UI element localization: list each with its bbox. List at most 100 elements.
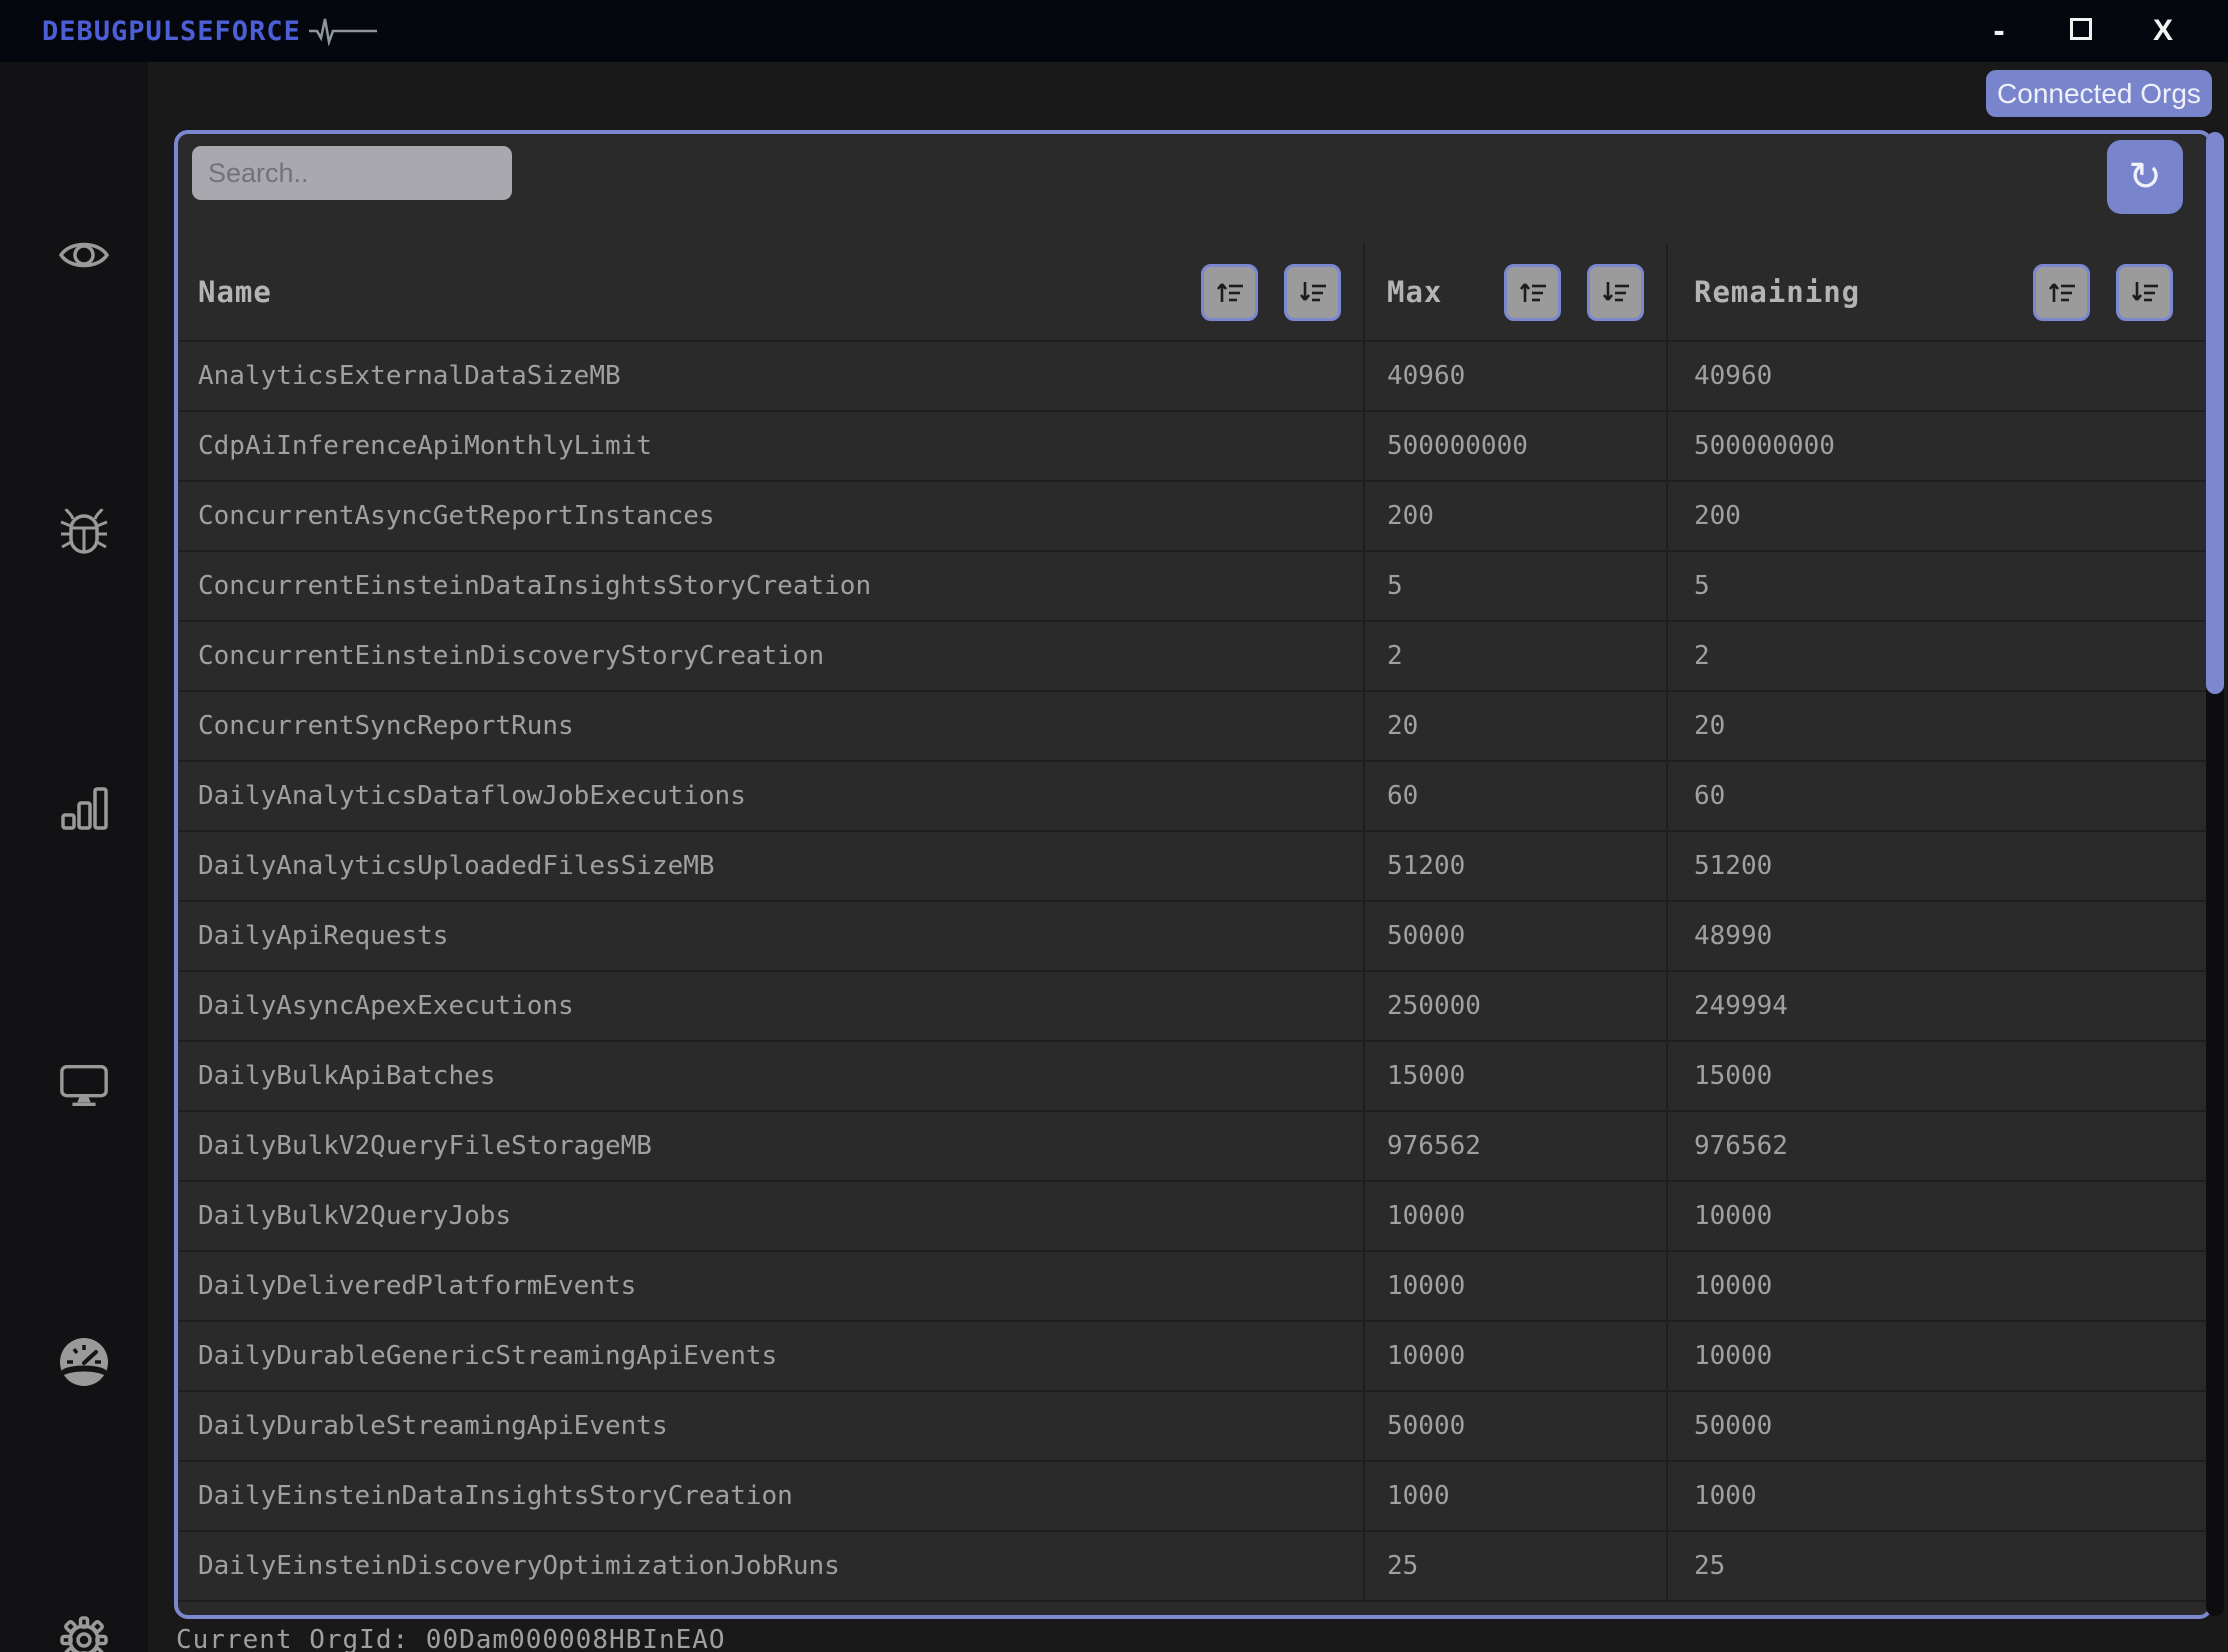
cell-max: 10000 <box>1387 1271 1466 1301</box>
cell-max: 51200 <box>1387 851 1466 881</box>
table-row: DailyDurableGenericStreamingApiEvents 10… <box>178 1320 2209 1390</box>
cell-name: ConcurrentEinsteinDiscoveryStoryCreation <box>198 641 825 671</box>
sort-asc-icon <box>1216 283 1243 302</box>
cell-name: DailyDeliveredPlatformEvents <box>198 1271 637 1301</box>
cell-max: 40960 <box>1387 361 1466 391</box>
minimize-button[interactable]: - <box>1982 0 2016 62</box>
cell-max: 15000 <box>1387 1061 1466 1091</box>
cell-remaining: 10000 <box>1694 1201 1773 1231</box>
vertical-scrollbar-thumb[interactable] <box>2206 132 2224 694</box>
app-title: DEBUGPULSEFORCE <box>42 15 301 47</box>
sidebar-item-settings[interactable] <box>58 1614 110 1652</box>
table-row: DailyAsyncApexExecutions 250000 249994 <box>178 970 2209 1040</box>
sidebar-item-watch[interactable] <box>58 229 110 281</box>
table-row: DailyAnalyticsDataflowJobExecutions 60 6… <box>178 760 2209 830</box>
table-row: DailyApiRequests 50000 48990 <box>178 900 2209 970</box>
bug-icon <box>60 508 108 554</box>
cell-name: DailyEinsteinDiscoveryOptimizationJobRun… <box>198 1551 840 1581</box>
refresh-icon: ↻ <box>2128 154 2162 200</box>
monitor-icon <box>60 1065 108 1106</box>
sort-asc-name-button[interactable] <box>1201 263 1258 321</box>
sidebar-item-debug[interactable] <box>58 506 110 558</box>
cell-max: 60 <box>1387 781 1419 811</box>
table-row: DailyDeliveredPlatformEvents 10000 10000 <box>178 1250 2209 1320</box>
table-row: DailyBulkApiBatches 15000 15000 <box>178 1040 2209 1110</box>
search-input[interactable] <box>192 146 512 200</box>
cell-name: DailyEinsteinDataInsightsStoryCreation <box>198 1481 793 1511</box>
cell-max: 250000 <box>1387 991 1481 1021</box>
column-label-max: Max <box>1387 275 1443 309</box>
sort-group-name <box>1201 263 1341 321</box>
window-controls: - X <box>1982 0 2180 62</box>
cell-max: 976562 <box>1387 1131 1481 1161</box>
sort-desc-max-button[interactable] <box>1587 263 1644 321</box>
cell-name: DailyBulkApiBatches <box>198 1061 496 1091</box>
sidebar-item-monitor[interactable] <box>58 1060 110 1112</box>
cell-max: 1000 <box>1387 1481 1450 1511</box>
bar-chart-icon <box>61 787 108 830</box>
cell-remaining: 2 <box>1694 641 1710 671</box>
refresh-button[interactable]: ↻ <box>2107 140 2183 214</box>
table-row: ConcurrentAsyncGetReportInstances 200 20… <box>178 480 2209 550</box>
cell-remaining: 50000 <box>1694 1411 1773 1441</box>
cell-remaining: 10000 <box>1694 1341 1773 1371</box>
cell-remaining: 5 <box>1694 571 1710 601</box>
cell-name: DailyApiRequests <box>198 921 449 951</box>
panel-toolbar: ↻ <box>178 134 2209 244</box>
current-org-id: Current OrgId: 00Dam000008HBInEAO <box>176 1625 726 1652</box>
cell-remaining: 48990 <box>1694 921 1773 951</box>
maximize-button[interactable] <box>2064 0 2098 62</box>
sidebar-item-gauge[interactable] <box>58 1336 110 1388</box>
cell-name: DailyBulkV2QueryFileStorageMB <box>198 1131 652 1161</box>
table-bottom-row-partial <box>178 1600 2209 1615</box>
cell-max: 2 <box>1387 641 1403 671</box>
header-cell-name: Name <box>178 244 1365 340</box>
maximize-icon <box>2070 18 2092 40</box>
table-row: DailyEinsteinDataInsightsStoryCreation 1… <box>178 1460 2209 1530</box>
titlebar: DEBUGPULSEFORCE - X <box>0 0 2228 62</box>
cell-name: DailyAnalyticsUploadedFilesSizeMB <box>198 851 715 881</box>
sort-desc-icon <box>2131 282 2158 302</box>
sort-asc-remaining-button[interactable] <box>2033 263 2090 321</box>
sort-asc-max-button[interactable] <box>1504 263 1561 321</box>
table-row: ConcurrentSyncReportRuns 20 20 <box>178 690 2209 760</box>
limits-panel: ↻ Name <box>174 130 2213 1619</box>
connected-orgs-label: Connected Orgs <box>1997 77 2201 109</box>
cell-max: 50000 <box>1387 1411 1466 1441</box>
eye-icon <box>58 242 110 268</box>
cell-remaining: 15000 <box>1694 1061 1773 1091</box>
sidebar-item-stats[interactable] <box>58 783 110 835</box>
cell-max: 10000 <box>1387 1201 1466 1231</box>
sidebar <box>0 62 148 1652</box>
cell-name: ConcurrentAsyncGetReportInstances <box>198 501 715 531</box>
connected-orgs-button[interactable]: Connected Orgs <box>1986 70 2212 117</box>
status-bar: Current OrgId: 00Dam000008HBInEAO <box>176 1625 726 1652</box>
sort-group-max <box>1504 263 1644 321</box>
table-row: DailyBulkV2QueryFileStorageMB 976562 976… <box>178 1110 2209 1180</box>
cell-remaining: 500000000 <box>1694 431 1835 461</box>
table-row: ConcurrentEinsteinDiscoveryStoryCreation… <box>178 620 2209 690</box>
cell-remaining: 51200 <box>1694 851 1773 881</box>
close-button[interactable]: X <box>2146 0 2180 62</box>
cell-remaining: 10000 <box>1694 1271 1773 1301</box>
sort-desc-name-button[interactable] <box>1284 263 1341 321</box>
cell-name: ConcurrentSyncReportRuns <box>198 711 574 741</box>
cell-name: AnalyticsExternalDataSizeMB <box>198 361 621 391</box>
table-row: DailyBulkV2QueryJobs 10000 10000 <box>178 1180 2209 1250</box>
sort-desc-icon <box>1299 282 1326 302</box>
table-header: Name Max Remaining <box>178 244 2209 340</box>
cell-max: 200 <box>1387 501 1434 531</box>
cell-remaining: 976562 <box>1694 1131 1788 1161</box>
app-logo: DEBUGPULSEFORCE <box>0 16 379 47</box>
cell-max: 20 <box>1387 711 1419 741</box>
cell-remaining: 1000 <box>1694 1481 1757 1511</box>
sort-group-remaining <box>2033 263 2173 321</box>
cell-remaining: 249994 <box>1694 991 1788 1021</box>
sort-asc-icon <box>2048 283 2075 302</box>
cell-max: 500000000 <box>1387 431 1528 461</box>
vertical-scrollbar-track[interactable] <box>2206 132 2224 1616</box>
table-row: DailyAnalyticsUploadedFilesSizeMB 51200 … <box>178 830 2209 900</box>
table-row: CdpAiInferenceApiMonthlyLimit 500000000 … <box>178 410 2209 480</box>
sort-desc-remaining-button[interactable] <box>2116 263 2173 321</box>
cell-name: DailyAsyncApexExecutions <box>198 991 574 1021</box>
